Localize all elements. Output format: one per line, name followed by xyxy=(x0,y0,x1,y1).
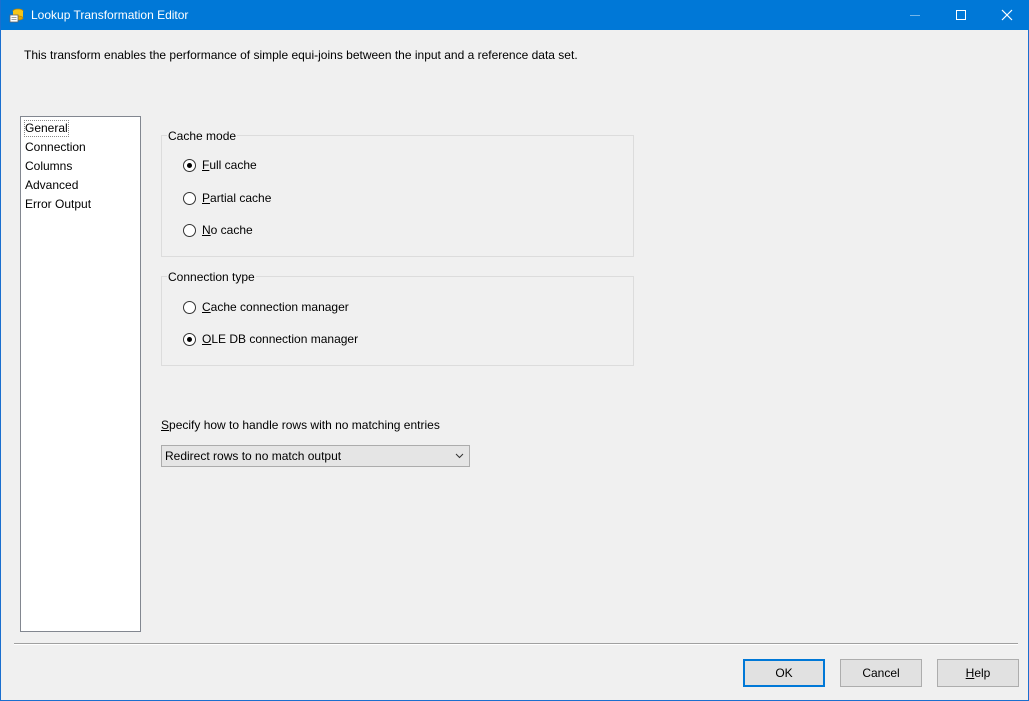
footer-separator xyxy=(14,643,1018,645)
maximize-icon xyxy=(956,10,966,20)
maximize-button[interactable] xyxy=(938,0,984,30)
accel-key: P xyxy=(202,191,211,205)
editor-description: This transform enables the performance o… xyxy=(24,48,578,62)
close-icon xyxy=(1001,9,1013,21)
cancel-button[interactable]: Cancel xyxy=(840,659,922,687)
nav-item-advanced[interactable]: Advanced xyxy=(25,178,78,193)
nav-item-columns[interactable]: Columns xyxy=(25,159,72,174)
radio-unchecked-icon xyxy=(183,191,196,205)
accel-key: H xyxy=(965,666,975,680)
no-cache-radio[interactable]: No cache xyxy=(183,223,253,237)
label-text: pecify how to handle rows with no matchi… xyxy=(169,418,440,432)
label-text: ull cache xyxy=(209,158,257,172)
accel-key: N xyxy=(202,223,211,237)
radio-unchecked-icon xyxy=(183,223,196,237)
nav-item-connection[interactable]: Connection xyxy=(25,140,86,155)
radio-checked-icon xyxy=(183,158,196,172)
connection-type-group xyxy=(161,276,634,366)
connection-type-label: Connection type xyxy=(167,270,256,284)
no-match-handling-dropdown[interactable]: Redirect rows to no match output xyxy=(161,445,470,467)
cache-mode-label: Cache mode xyxy=(167,129,238,143)
cache-connection-manager-radio[interactable]: Cache connection manager xyxy=(183,300,349,314)
no-match-handling-label: Specify how to handle rows with no match… xyxy=(161,418,440,432)
accel-key: S xyxy=(161,418,170,432)
chevron-down-icon xyxy=(455,446,464,466)
ssis-app-icon xyxy=(9,7,25,23)
help-button[interactable]: Help xyxy=(937,659,1019,687)
radio-checked-icon xyxy=(183,332,196,346)
close-button[interactable] xyxy=(984,0,1029,30)
label-text: ache connection manager xyxy=(210,300,349,314)
accel-key: C xyxy=(202,300,211,314)
partial-cache-radio[interactable]: Partial cache xyxy=(183,191,271,205)
minimize-button[interactable] xyxy=(892,0,938,30)
window-title: Lookup Transformation Editor xyxy=(31,8,189,22)
cache-connection-manager-label: Cache connection manager xyxy=(202,300,349,314)
nav-item-error-output[interactable]: Error Output xyxy=(25,197,91,212)
partial-cache-label: Partial cache xyxy=(202,191,271,205)
page-navigation-list[interactable]: General Connection Columns Advanced Erro… xyxy=(20,116,141,632)
label-text: artial cache xyxy=(210,191,272,205)
oledb-connection-manager-radio[interactable]: OLE DB connection manager xyxy=(183,332,358,346)
label-text: LE DB connection manager xyxy=(211,332,359,346)
lookup-transformation-editor-window: Lookup Transformation Editor This transf… xyxy=(0,0,1029,701)
oledb-connection-manager-label: OLE DB connection manager xyxy=(202,332,358,346)
no-cache-label: No cache xyxy=(202,223,253,237)
label-text: o cache xyxy=(210,223,253,237)
title-bar[interactable]: Lookup Transformation Editor xyxy=(1,0,1029,30)
ok-button[interactable]: OK xyxy=(743,659,825,687)
full-cache-label: Full cache xyxy=(202,158,257,172)
accel-key: O xyxy=(202,332,212,346)
radio-unchecked-icon xyxy=(183,300,196,314)
dropdown-selected-value: Redirect rows to no match output xyxy=(165,449,342,463)
minimize-icon xyxy=(910,14,920,16)
label-text: elp xyxy=(974,666,991,680)
full-cache-radio[interactable]: Full cache xyxy=(183,158,257,172)
nav-item-general[interactable]: General xyxy=(24,120,69,137)
